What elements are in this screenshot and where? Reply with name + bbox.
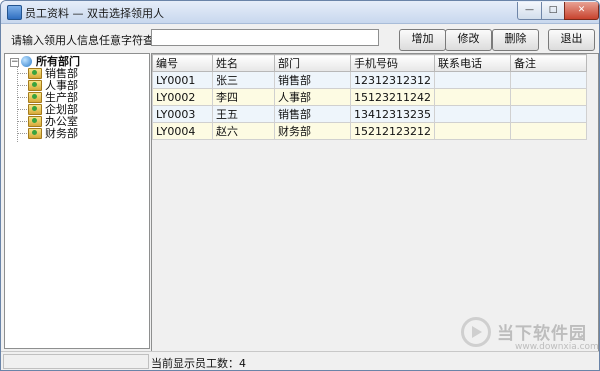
- app-icon: [7, 5, 22, 20]
- cell-name: 李四: [212, 88, 275, 106]
- minimize-button[interactable]: —: [517, 2, 542, 20]
- close-button[interactable]: ✕: [564, 2, 599, 20]
- title-bar[interactable]: 员工资料 — 双击选择领用人 — □ ✕: [1, 1, 599, 24]
- add-button[interactable]: 增加: [399, 29, 446, 51]
- cell-phone: [433, 122, 511, 140]
- delete-button[interactable]: 删除: [492, 29, 539, 51]
- tree-branch-line: [18, 121, 27, 122]
- table-row[interactable]: LY0002 李四 人事部 15123211242: [152, 88, 587, 106]
- tree-item-finance[interactable]: 财务部: [45, 128, 78, 140]
- tree-branch-line: [18, 73, 27, 74]
- cell-phone: [433, 71, 511, 89]
- cell-id: LY0001: [152, 71, 213, 89]
- employee-count-status: 当前显示员工数：4: [151, 357, 246, 370]
- department-icon: [28, 104, 42, 115]
- department-icon: [28, 80, 42, 91]
- cell-mobile: 15123211242: [350, 88, 435, 106]
- cell-id: LY0003: [152, 105, 213, 123]
- table-row[interactable]: LY0001 张三 销售部 12312312312: [152, 71, 587, 89]
- department-icon: [28, 92, 42, 103]
- search-label: 请输入领用人信息任意字符查找: [11, 34, 165, 47]
- employee-grid: 编号 姓名 部门 手机号码 联系电话 备注 LY0001 张三 销售部 1231…: [151, 53, 599, 352]
- cell-department: 人事部: [274, 88, 351, 106]
- department-icon: [28, 128, 42, 139]
- employee-window: 员工资料 — 双击选择领用人 — □ ✕ 请输入领用人信息任意字符查找 增加 修…: [0, 0, 600, 371]
- toolbar: 请输入领用人信息任意字符查找 增加 修改 删除 退出: [1, 24, 599, 54]
- cell-mobile: 15212123212: [350, 122, 435, 140]
- table-header-row: 编号 姓名 部门 手机号码 联系电话 备注: [152, 54, 587, 72]
- cell-id: LY0004: [152, 122, 213, 140]
- employee-table: 编号 姓名 部门 手机号码 联系电话 备注 LY0001 张三 销售部 1231…: [152, 54, 587, 140]
- cell-remarks: [509, 88, 587, 106]
- cell-phone: [433, 105, 511, 123]
- column-header-name[interactable]: 姓名: [212, 54, 275, 72]
- tree-branch-line: [18, 85, 27, 86]
- maximize-button[interactable]: □: [541, 2, 565, 20]
- cell-department: 财务部: [274, 122, 351, 140]
- site-watermark: 当下软件园 www.downxia.com: [461, 317, 599, 357]
- table-row[interactable]: LY0004 赵六 财务部 15212123212: [152, 122, 587, 140]
- cell-mobile: 12312312312: [350, 71, 435, 89]
- column-header-id[interactable]: 编号: [152, 54, 213, 72]
- cell-id: LY0002: [152, 88, 213, 106]
- globe-icon: [21, 56, 32, 67]
- cell-department: 销售部: [274, 71, 351, 89]
- window-title: 员工资料 — 双击选择领用人: [25, 7, 164, 20]
- column-header-mobile[interactable]: 手机号码: [350, 54, 435, 72]
- cell-name: 赵六: [212, 122, 275, 140]
- column-header-phone[interactable]: 联系电话: [433, 54, 511, 72]
- column-header-department[interactable]: 部门: [274, 54, 351, 72]
- cell-name: 张三: [212, 71, 275, 89]
- department-icon: [28, 68, 42, 79]
- cell-mobile: 13412313235: [350, 105, 435, 123]
- cell-remarks: [509, 105, 587, 123]
- watermark-title: 当下软件园: [497, 324, 587, 344]
- cell-name: 王五: [212, 105, 275, 123]
- tree-branch-line: [18, 97, 27, 98]
- watermark-url: www.downxia.com: [515, 342, 599, 352]
- cell-remarks: [509, 122, 587, 140]
- column-header-remarks[interactable]: 备注: [509, 54, 587, 72]
- edit-button[interactable]: 修改: [445, 29, 492, 51]
- cell-department: 销售部: [274, 105, 351, 123]
- cell-remarks: [509, 71, 587, 89]
- department-tree: − 所有部门 销售部 人事部 生产部 企划部 办公室 财务部: [4, 53, 150, 349]
- department-icon: [28, 116, 42, 127]
- table-row[interactable]: LY0003 王五 销售部 13412313235: [152, 105, 587, 123]
- exit-button[interactable]: 退出: [548, 29, 595, 51]
- search-input[interactable]: [151, 29, 379, 46]
- status-panel-left: [3, 354, 149, 369]
- tree-branch-line: [18, 133, 27, 134]
- tree-guide-line: [17, 66, 18, 142]
- cell-phone: [433, 88, 511, 106]
- play-logo-icon: [461, 317, 491, 347]
- tree-branch-line: [18, 109, 27, 110]
